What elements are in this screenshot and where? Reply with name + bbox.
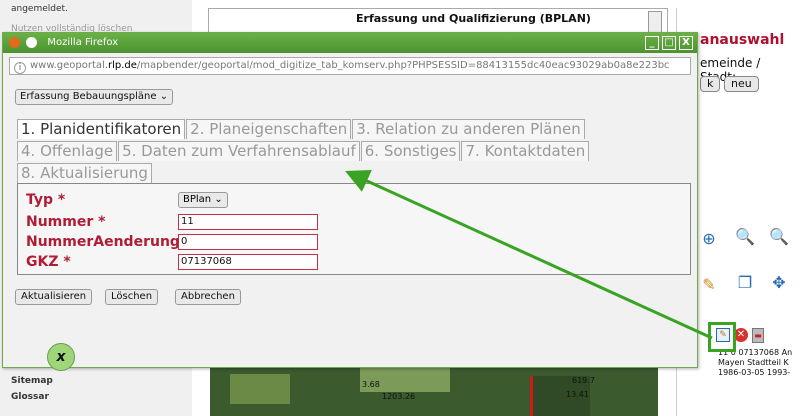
- firefox-popup-window: Mozilla Firefox _ □ X i www.geoportal.rlp…: [2, 32, 698, 371]
- screen: angemeldet. Nutzen vollständig löschen S…: [0, 0, 800, 416]
- new-button[interactable]: neu: [724, 76, 759, 92]
- map-label: 3.68: [362, 380, 380, 389]
- back-button[interactable]: k: [700, 76, 721, 92]
- tab-kontaktdaten[interactable]: 7. Kontaktdaten: [461, 141, 590, 161]
- nummer-aenderung-label: NummerAenderung *: [26, 234, 193, 250]
- url-prefix: www.geoportal.: [30, 60, 108, 71]
- cancel-button[interactable]: Abbrechen: [175, 289, 241, 305]
- tab-offenlage[interactable]: 4. Offenlage: [17, 141, 118, 161]
- tab-planidentifikatoren[interactable]: 1. Planidentifikatoren: [17, 119, 186, 139]
- typ-value: BPlan: [183, 194, 212, 205]
- close-form-button[interactable]: x: [47, 343, 75, 371]
- chevron-down-icon: ⌄: [159, 91, 169, 102]
- map-label: 619.7: [572, 376, 595, 385]
- url-host: rlp.de: [108, 60, 137, 71]
- map-parcel: [230, 374, 290, 404]
- nummer-field[interactable]: 11: [178, 214, 318, 230]
- close-window-button[interactable]: X: [679, 36, 693, 50]
- maximize-button[interactable]: □: [662, 36, 676, 50]
- minimize-button[interactable]: _: [645, 36, 659, 50]
- form-type-select[interactable]: Erfassung Bebauungspläne ⌄: [15, 89, 174, 105]
- url-path: /mapbender/geoportal/mod_digitize_tab_ko…: [136, 60, 670, 71]
- map-label: 1203.26: [382, 392, 416, 401]
- gkz-label: GKZ *: [26, 254, 71, 270]
- form-fields-panel: Typ * BPlan ⌄ Nummer * 11 NummerAenderun…: [17, 183, 691, 275]
- annotation-highlight-box: [708, 322, 736, 352]
- gkz-field[interactable]: 07137068: [178, 254, 318, 270]
- update-button[interactable]: Aktualisieren: [15, 289, 93, 305]
- sidebar-item-sitemap[interactable]: Sitemap: [11, 376, 53, 386]
- typ-select[interactable]: BPlan ⌄: [178, 192, 228, 208]
- zoom-in-box-icon[interactable]: ⊕: [698, 228, 720, 250]
- sidebar-item-glossar[interactable]: Glossar: [11, 392, 49, 402]
- chevron-down-icon: ⌄: [214, 194, 223, 205]
- form-type-value: Erfassung Bebauungspläne: [20, 91, 157, 102]
- copy-icon[interactable]: ❐: [734, 272, 756, 294]
- map-view[interactable]: 3.68 1203.26 619.7 13.41: [210, 368, 658, 416]
- tab-aktualisierung[interactable]: 8. Aktualisierung: [17, 163, 152, 183]
- form-tabs: 1. Planidentifikatoren 2. Planeigenschaft…: [17, 119, 637, 185]
- typ-label: Typ *: [26, 192, 66, 208]
- nummer-aenderung-field[interactable]: 0: [178, 234, 318, 250]
- tab-sonstiges[interactable]: 6. Sonstiges: [360, 141, 461, 161]
- settings-icon[interactable]: [26, 36, 38, 48]
- window-title: Mozilla Firefox: [47, 37, 119, 48]
- tab-verfahrensablauf[interactable]: 5. Daten zum Verfahrensablauf: [118, 141, 360, 161]
- tab-planeigenschaften[interactable]: 2. Planeigenschaften: [186, 119, 352, 139]
- delete-icon[interactable]: ✕: [734, 328, 748, 342]
- nummer-label: Nummer *: [26, 214, 106, 230]
- info-icon[interactable]: i: [14, 62, 26, 74]
- map-label: 13.41: [566, 390, 589, 399]
- url-bar[interactable]: i www.geoportal.rlp.de/mapbender/geoporta…: [9, 57, 691, 75]
- tab-relation[interactable]: 3. Relation zu anderen Plänen: [352, 119, 585, 139]
- plan-title: Erfassung und Qualifizierung (BPLAN): [356, 12, 591, 25]
- window-titlebar[interactable]: Mozilla Firefox _ □ X: [3, 33, 697, 53]
- firefox-icon: [9, 36, 20, 48]
- delete-button[interactable]: Löschen: [105, 289, 159, 305]
- login-status: angemeldet.: [11, 4, 68, 14]
- pan-icon[interactable]: ✥: [768, 272, 790, 294]
- zoom-in-icon[interactable]: 🔍: [734, 226, 756, 248]
- right-panel-heading: anauswahl: [700, 32, 785, 48]
- trash-icon[interactable]: ▬: [752, 328, 764, 343]
- edit-icon[interactable]: ✎: [698, 274, 720, 296]
- zoom-out-icon[interactable]: 🔍: [768, 226, 790, 248]
- result-text: 11 0 07137068 An Mayen Stadtteil K 1986-…: [718, 348, 793, 377]
